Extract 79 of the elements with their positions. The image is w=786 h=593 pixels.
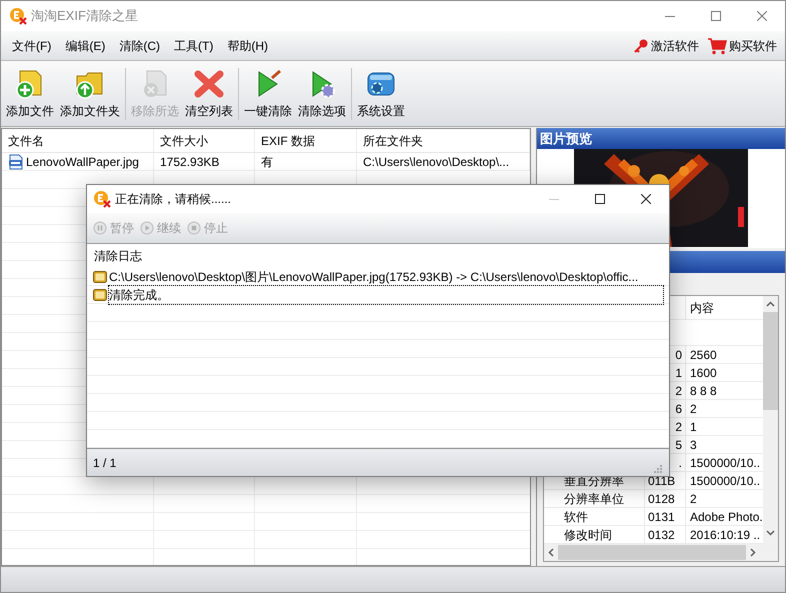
toolbar-button[interactable]: 清除选项	[295, 64, 349, 124]
table-cell-text: 1600	[690, 364, 717, 381]
column-header[interactable]: 内容	[686, 296, 763, 319]
scroll-down-icon	[766, 530, 775, 536]
log-entry-icon	[93, 270, 107, 282]
maximize-icon	[711, 11, 721, 21]
vertical-scrollbar[interactable]	[763, 296, 778, 544]
key-icon	[633, 38, 649, 54]
cart-icon	[707, 36, 727, 54]
table-cell-text: 0128	[648, 490, 675, 508]
menu-item[interactable]: 工具(T)	[167, 34, 220, 56]
log-entry[interactable]: C:\Users\lenovo\Desktop\图片\LenovoWallPaper.jpg(1752.93KB) -> C:\Users\lenovo\Desktop\offic...	[109, 268, 640, 286]
column-header[interactable]: EXIF 数据	[255, 129, 357, 152]
table-cell: 1752.93KB	[154, 153, 255, 170]
table-cell-text: 011B	[648, 472, 676, 490]
dialog-title: 正在清除，请稍候......	[115, 191, 232, 208]
table-cell-text: 5	[675, 436, 682, 454]
image-file-icon	[8, 154, 24, 170]
table-cell-text: 2	[690, 400, 697, 417]
cross-icon	[193, 68, 225, 100]
close-icon	[641, 194, 651, 204]
table-cell-text: 6	[675, 400, 682, 418]
table-cell-text: 1	[690, 418, 697, 435]
table-cell-text: 软件	[564, 508, 588, 526]
toolbar-button[interactable]: 一键清除	[241, 64, 295, 124]
toolbar-button[interactable]: 系统设置	[354, 64, 408, 124]
table-cell-text: 修改时间	[564, 526, 612, 544]
toolbar-button[interactable]: 添加文件	[3, 64, 57, 124]
table-cell-text: .	[678, 454, 682, 472]
scroll-up-icon	[766, 301, 775, 307]
scroll-right-icon	[750, 548, 756, 557]
window-title: 淘淘EXIF清除之星	[31, 7, 138, 26]
log-title: 清除日志	[94, 248, 142, 265]
log-entry[interactable]: 清除完成。	[109, 286, 663, 304]
log-entry-icon	[93, 288, 107, 300]
app-logo-icon	[93, 190, 111, 208]
play-icon	[140, 221, 154, 235]
table-cell-text: 2016:10:19 ..	[690, 526, 760, 543]
table-cell-text: 2	[690, 490, 697, 507]
table-cell-text: 0132	[648, 526, 675, 544]
toolbar-button[interactable]: 添加文件夹	[57, 64, 123, 124]
minimize-icon	[549, 198, 559, 200]
resize-grip-icon	[653, 464, 663, 474]
table-cell: LenovoWallPaper.jpg	[2, 153, 154, 170]
menu-item[interactable]: 编辑(E)	[58, 34, 112, 56]
menu-item[interactable]: 帮助(H)	[220, 34, 275, 56]
stop-icon	[187, 221, 201, 235]
table-cell-text: 0131	[648, 508, 675, 526]
menu-action[interactable]: 激活软件	[629, 34, 703, 56]
scroll-left-icon	[548, 548, 554, 557]
column-header[interactable]: 所在文件夹	[357, 129, 530, 152]
scroll-thumb[interactable]	[558, 545, 746, 560]
toolbar-button[interactable]: 清空列表	[182, 64, 236, 124]
table-cell-text: 0	[675, 346, 682, 364]
horizontal-scrollbar[interactable]	[544, 544, 778, 561]
scroll-thumb[interactable]	[763, 312, 778, 410]
table-cell-text: 1	[675, 364, 682, 382]
table-cell-text: 2	[675, 382, 682, 400]
table-cell-text: Adobe Photo.	[690, 508, 763, 525]
menu-item[interactable]: 文件(F)	[5, 34, 58, 56]
table-cell-text: 1500000/10..	[690, 472, 760, 489]
table-cell-text: 分辨率单位	[564, 490, 624, 508]
pause-icon	[93, 221, 107, 235]
table-cell-text: 8 8 8	[690, 382, 717, 399]
table-cell-text: 3	[690, 436, 697, 453]
close-icon	[757, 11, 767, 21]
column-header[interactable]: 文件大小	[154, 129, 255, 152]
table-cell-text: 1500000/10..	[690, 454, 760, 471]
panel-header: 图片预览	[537, 128, 785, 149]
table-cell: 有	[255, 153, 357, 170]
table-cell-text: 2	[675, 418, 682, 436]
menu-item[interactable]: 清除(C)	[112, 34, 167, 56]
table-cell-text: 2560	[690, 346, 717, 363]
app-logo-icon	[9, 7, 27, 25]
menu-action[interactable]: 购买软件	[703, 34, 781, 56]
column-header[interactable]: 文件名	[2, 129, 154, 152]
table-cell: C:\Users\lenovo\Desktop\...	[357, 153, 530, 170]
maximize-icon	[595, 194, 605, 204]
progress-count: 1 / 1	[93, 454, 116, 472]
